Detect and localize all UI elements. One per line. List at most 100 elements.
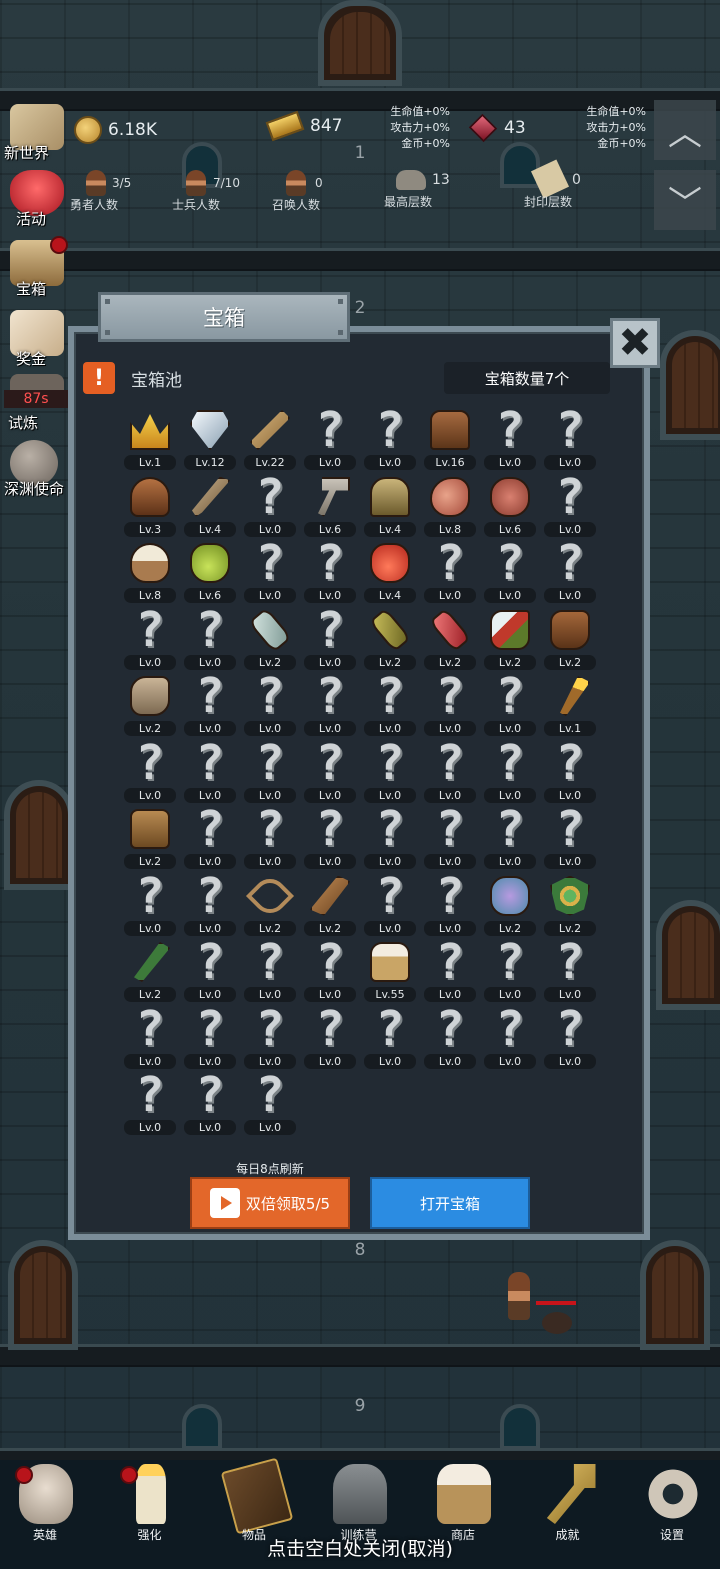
item-slot[interactable]: ? Lv.0 [120, 605, 180, 672]
item-slot[interactable]: Lv.2 [480, 871, 540, 938]
item-slot[interactable]: ? Lv.0 [300, 671, 360, 738]
item-slot[interactable]: ? Lv.0 [420, 538, 480, 605]
item-slot[interactable]: Lv.16 [420, 405, 480, 472]
item-slot[interactable]: ? Lv.0 [240, 738, 300, 805]
item-slot[interactable]: ? Lv.0 [180, 1070, 240, 1137]
item-slot[interactable]: ? Lv.0 [300, 738, 360, 805]
double-claim-button[interactable]: 双倍领取5/5 [190, 1177, 350, 1229]
side-menu-new-world[interactable]: 新世界 [4, 104, 66, 162]
open-chest-button[interactable]: 打开宝箱 [370, 1177, 530, 1229]
item-slot[interactable]: ? Lv.0 [420, 671, 480, 738]
item-slot[interactable]: Lv.1 [540, 671, 600, 738]
close-hint[interactable]: 点击空白处关闭(取消) [0, 1534, 720, 1561]
item-slot[interactable]: ? Lv.0 [240, 671, 300, 738]
item-slot[interactable]: ? Lv.0 [480, 1004, 540, 1071]
nav-item[interactable]: 训练营 [319, 1464, 399, 1544]
item-slot[interactable]: ? Lv.0 [240, 937, 300, 1004]
item-slot[interactable]: ? Lv.0 [300, 1004, 360, 1071]
nav-item[interactable]: 商店 [423, 1464, 503, 1544]
nav-item[interactable]: 英雄 [5, 1464, 85, 1544]
item-slot[interactable]: Lv.8 [120, 538, 180, 605]
item-slot[interactable]: ? Lv.0 [180, 1004, 240, 1071]
item-slot[interactable]: ? Lv.0 [420, 937, 480, 1004]
scroll-up-button[interactable]: ︿ [654, 100, 716, 160]
item-slot[interactable]: Lv.6 [480, 472, 540, 539]
item-slot[interactable]: ? Lv.0 [540, 1004, 600, 1071]
item-slot[interactable]: ? Lv.0 [120, 1070, 180, 1137]
item-slot[interactable]: ? Lv.0 [240, 538, 300, 605]
item-slot[interactable]: ? Lv.0 [300, 804, 360, 871]
item-slot[interactable]: Lv.2 [120, 671, 180, 738]
item-slot[interactable]: ? Lv.0 [180, 671, 240, 738]
nav-item[interactable]: 成就 [528, 1464, 608, 1544]
item-slot[interactable]: ? Lv.0 [240, 1070, 300, 1137]
side-menu-trial[interactable]: 87s 试炼 [4, 374, 68, 432]
item-slot[interactable]: ? Lv.0 [240, 804, 300, 871]
item-slot[interactable]: ? Lv.0 [360, 804, 420, 871]
item-slot[interactable]: ? Lv.0 [240, 1004, 300, 1071]
item-slot[interactable]: ? Lv.0 [240, 472, 300, 539]
item-slot[interactable]: ? Lv.0 [540, 804, 600, 871]
item-slot[interactable]: Lv.12 [180, 405, 240, 472]
item-slot[interactable]: ? Lv.0 [300, 937, 360, 1004]
item-slot[interactable]: ? Lv.0 [540, 405, 600, 472]
item-slot[interactable]: Lv.3 [120, 472, 180, 539]
item-slot[interactable]: Lv.2 [480, 605, 540, 672]
item-slot[interactable]: ? Lv.0 [480, 538, 540, 605]
item-slot[interactable]: ? Lv.0 [420, 804, 480, 871]
item-slot[interactable]: ? Lv.0 [120, 738, 180, 805]
scroll-down-button[interactable]: ﹀ [654, 170, 716, 230]
item-slot[interactable]: ? Lv.0 [420, 871, 480, 938]
item-slot[interactable]: Lv.4 [360, 472, 420, 539]
item-slot[interactable]: ? Lv.0 [180, 804, 240, 871]
item-slot[interactable]: Lv.2 [540, 605, 600, 672]
item-slot[interactable]: ? Lv.0 [360, 738, 420, 805]
item-slot[interactable]: ? Lv.0 [120, 871, 180, 938]
item-slot[interactable]: Lv.2 [360, 605, 420, 672]
item-slot[interactable]: ? Lv.0 [120, 1004, 180, 1071]
item-slot[interactable]: Lv.4 [180, 472, 240, 539]
item-slot[interactable]: Lv.8 [420, 472, 480, 539]
item-slot[interactable]: ? Lv.0 [300, 538, 360, 605]
item-slot[interactable]: Lv.22 [240, 405, 300, 472]
item-slot[interactable]: Lv.2 [540, 871, 600, 938]
item-slot[interactable]: Lv.6 [180, 538, 240, 605]
item-slot[interactable]: Lv.2 [120, 937, 180, 1004]
item-slot[interactable]: ? Lv.0 [180, 937, 240, 1004]
item-slot[interactable]: ? Lv.0 [180, 605, 240, 672]
nav-item[interactable]: 强化 [110, 1464, 190, 1544]
item-slot[interactable]: ? Lv.0 [360, 671, 420, 738]
item-slot[interactable]: ? Lv.0 [540, 472, 600, 539]
item-slot[interactable]: Lv.4 [360, 538, 420, 605]
item-slot[interactable]: ? Lv.0 [420, 1004, 480, 1071]
item-slot[interactable]: ? Lv.0 [480, 804, 540, 871]
nav-item[interactable]: 物品 [214, 1457, 294, 1544]
item-slot[interactable]: ? Lv.0 [480, 671, 540, 738]
side-menu-bonus[interactable]: 奖金 [4, 310, 66, 368]
side-menu-event[interactable]: 活动 [4, 170, 66, 228]
item-slot[interactable]: ? Lv.0 [180, 871, 240, 938]
item-slot[interactable]: ? Lv.0 [540, 538, 600, 605]
side-menu-abyss[interactable]: 深渊使命 [4, 440, 66, 498]
item-slot[interactable]: ? Lv.0 [300, 405, 360, 472]
item-slot[interactable]: ? Lv.0 [360, 405, 420, 472]
item-slot[interactable]: ? Lv.0 [540, 937, 600, 1004]
item-slot[interactable]: ? Lv.0 [360, 1004, 420, 1071]
item-slot[interactable]: Lv.55 [360, 937, 420, 1004]
close-button[interactable]: ✖ [610, 318, 660, 368]
item-slot[interactable]: Lv.2 [300, 871, 360, 938]
nav-item[interactable]: 设置 [632, 1464, 712, 1544]
item-slot[interactable]: Lv.6 [300, 472, 360, 539]
item-slot[interactable]: ? Lv.0 [420, 738, 480, 805]
item-slot[interactable]: ? Lv.0 [480, 738, 540, 805]
item-slot[interactable]: Lv.2 [240, 871, 300, 938]
item-slot[interactable]: Lv.2 [240, 605, 300, 672]
item-slot[interactable]: ? Lv.0 [480, 405, 540, 472]
item-slot[interactable]: Lv.1 [120, 405, 180, 472]
side-menu-chest[interactable]: 宝箱 [4, 236, 68, 298]
item-slot[interactable]: ? Lv.0 [540, 738, 600, 805]
item-slot[interactable]: Lv.2 [420, 605, 480, 672]
item-slot[interactable]: ? Lv.0 [360, 871, 420, 938]
item-slot[interactable]: ? Lv.0 [180, 738, 240, 805]
item-slot[interactable]: ? Lv.0 [480, 937, 540, 1004]
